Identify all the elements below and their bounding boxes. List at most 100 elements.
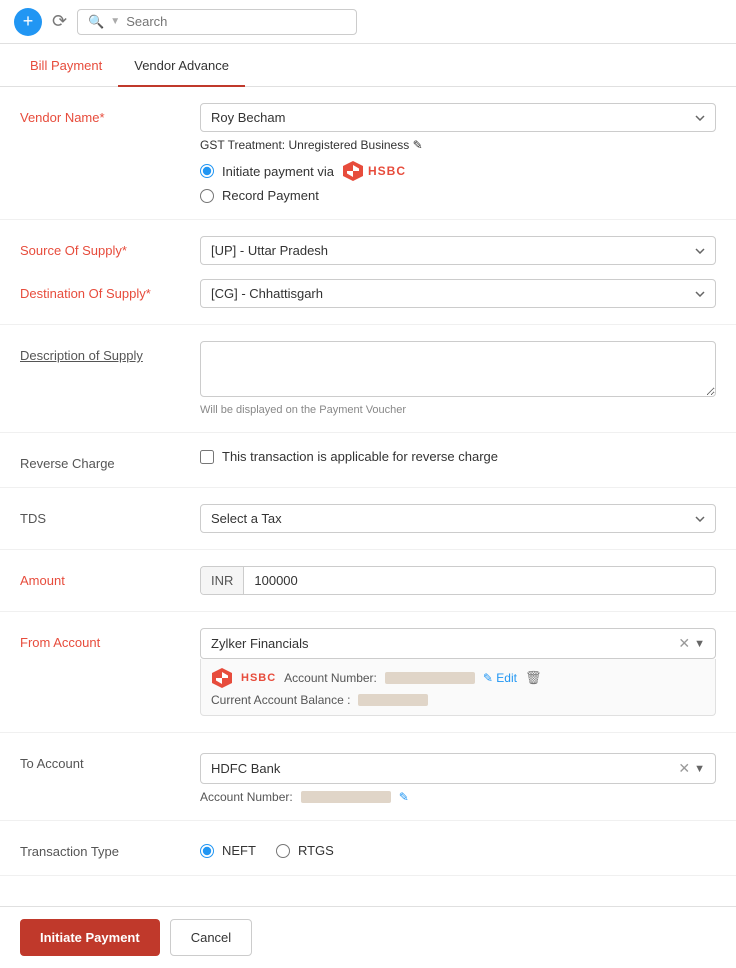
payment-method-radio-group: Initiate payment via HSBC [200,160,716,203]
description-label: Description of Supply [20,341,200,363]
search-box[interactable]: 🔍 ▼ [77,9,357,35]
amount-row: Amount INR [20,566,716,595]
vendor-name-label: Vendor Name* [20,103,200,125]
tab-bill-payment[interactable]: Bill Payment [14,44,118,87]
vendor-name-section: Vendor Name* Roy Becham GST Treatment: U… [0,87,736,220]
vendor-name-control: Roy Becham GST Treatment: Unregistered B… [200,103,716,203]
reverse-charge-row: Reverse Charge This transaction is appli… [20,449,716,471]
search-icon: 🔍 [88,14,104,30]
account-number-label: Account Number: [284,671,377,685]
tds-control: Select a Tax [200,504,716,533]
to-account-label: To Account [20,749,200,771]
tab-vendor-advance[interactable]: Vendor Advance [118,44,245,87]
to-account-number-blurred [301,791,391,803]
amount-label: Amount [20,566,200,588]
source-of-supply-control: [UP] - Uttar Pradesh [200,236,716,265]
reverse-charge-label: Reverse Charge [20,449,200,471]
edit-link[interactable]: ✎ Edit [483,671,517,685]
from-account-bank-name: HSBC [241,672,276,684]
reverse-charge-control: This transaction is applicable for rever… [200,449,716,464]
transaction-type-radio-group: NEFT RTGS [200,837,716,858]
from-account-control: Zylker Financials ✕ ▼ [200,628,716,716]
neft-radio[interactable] [200,844,214,858]
search-input[interactable] [126,14,346,29]
hsbc-small-icon [211,667,233,689]
tds-label: TDS [20,504,200,526]
cancel-button[interactable]: Cancel [170,919,252,956]
rtgs-radio-item[interactable]: RTGS [276,843,334,858]
to-account-section: To Account HDFC Bank ✕ ▼ Account Number:… [0,733,736,821]
initiate-payment-radio[interactable] [200,164,214,178]
to-account-chevron-icon: ▼ [694,763,705,775]
transaction-type-row: Transaction Type NEFT RTGS [20,837,716,859]
from-account-details: HSBC Account Number: ✎ Edit 🗑 Current Ac… [200,659,716,716]
record-payment-radio[interactable] [200,189,214,203]
amount-currency: INR [201,567,244,594]
from-account-select[interactable]: Zylker Financials ✕ ▼ [200,628,716,659]
from-account-section: From Account Zylker Financials ✕ ▼ [0,612,736,733]
hsbc-icon [342,160,364,182]
gst-edit-icon[interactable]: ✎ [413,138,423,152]
add-button[interactable]: + [14,8,42,36]
from-account-value: Zylker Financials [211,636,678,651]
initiate-payment-button[interactable]: Initiate Payment [20,919,160,956]
record-payment-radio-item[interactable]: Record Payment [200,188,716,203]
source-of-supply-label: Source Of Supply* [20,236,200,258]
transaction-type-section: Transaction Type NEFT RTGS [0,821,736,876]
hsbc-logo: HSBC [342,160,406,182]
amount-input[interactable] [244,567,715,594]
to-account-clear-icon[interactable]: ✕ [678,760,690,777]
destination-of-supply-label: Destination Of Supply* [20,279,200,301]
description-control: Will be displayed on the Payment Voucher [200,341,716,416]
account-number-blurred [385,672,475,684]
to-account-number-row: Account Number: ✎ [200,790,716,804]
amount-section: Amount INR [0,550,736,612]
balance-blurred [358,694,428,706]
description-section: Description of Supply Will be displayed … [0,325,736,433]
amount-input-wrapper: INR [200,566,716,595]
tds-row: TDS Select a Tax [20,504,716,533]
initiate-payment-radio-item[interactable]: Initiate payment via HSBC [200,160,716,182]
to-account-select[interactable]: HDFC Bank ✕ ▼ [200,753,716,784]
source-of-supply-row: Source Of Supply* [UP] - Uttar Pradesh [20,236,716,265]
from-account-number-row: HSBC Account Number: ✎ Edit 🗑 [211,667,705,689]
tabs-bar: Bill Payment Vendor Advance [0,44,736,87]
to-account-row: To Account HDFC Bank ✕ ▼ Account Number:… [20,749,716,804]
bottom-bar: Initiate Payment Cancel [0,906,736,968]
tds-select[interactable]: Select a Tax [200,504,716,533]
gst-treatment-info: GST Treatment: Unregistered Business ✎ [200,138,716,152]
destination-of-supply-control: [CG] - Chhattisgarh [200,279,716,308]
rtgs-radio[interactable] [276,844,290,858]
reverse-charge-checkbox[interactable] [200,450,214,464]
from-account-label: From Account [20,628,200,650]
reverse-charge-section: Reverse Charge This transaction is appli… [0,433,736,488]
to-account-edit-icon[interactable]: ✎ [399,790,409,804]
delete-icon[interactable]: 🗑 [525,670,542,686]
vendor-name-row: Vendor Name* Roy Becham GST Treatment: U… [20,103,716,203]
destination-of-supply-row: Destination Of Supply* [CG] - Chhattisga… [20,279,716,308]
from-account-row: From Account Zylker Financials ✕ ▼ [20,628,716,716]
transaction-type-label: Transaction Type [20,837,200,859]
source-of-supply-select[interactable]: [UP] - Uttar Pradesh [200,236,716,265]
reverse-charge-checkbox-row[interactable]: This transaction is applicable for rever… [200,449,716,464]
tds-section: TDS Select a Tax [0,488,736,550]
destination-of-supply-select[interactable]: [CG] - Chhattisgarh [200,279,716,308]
description-helper: Will be displayed on the Payment Voucher [200,404,716,416]
main-content: Vendor Name* Roy Becham GST Treatment: U… [0,87,736,966]
description-row: Description of Supply Will be displayed … [20,341,716,416]
from-account-clear-icon[interactable]: ✕ [678,635,690,652]
history-button[interactable]: ⟳ [52,11,67,32]
neft-radio-item[interactable]: NEFT [200,843,256,858]
description-textarea[interactable] [200,341,716,397]
to-account-control: HDFC Bank ✕ ▼ Account Number: ✎ [200,753,716,804]
from-account-chevron-icon: ▼ [694,638,705,650]
transaction-type-control: NEFT RTGS [200,837,716,858]
amount-control: INR [200,566,716,595]
from-account-select-wrapper: Zylker Financials ✕ ▼ [200,628,716,716]
plus-icon: + [23,11,34,32]
to-account-value: HDFC Bank [211,761,678,776]
vendor-name-select[interactable]: Roy Becham [200,103,716,132]
top-bar: + ⟳ 🔍 ▼ [0,0,736,44]
supply-section: Source Of Supply* [UP] - Uttar Pradesh D… [0,220,736,325]
from-account-balance-row: Current Account Balance : [211,693,705,707]
